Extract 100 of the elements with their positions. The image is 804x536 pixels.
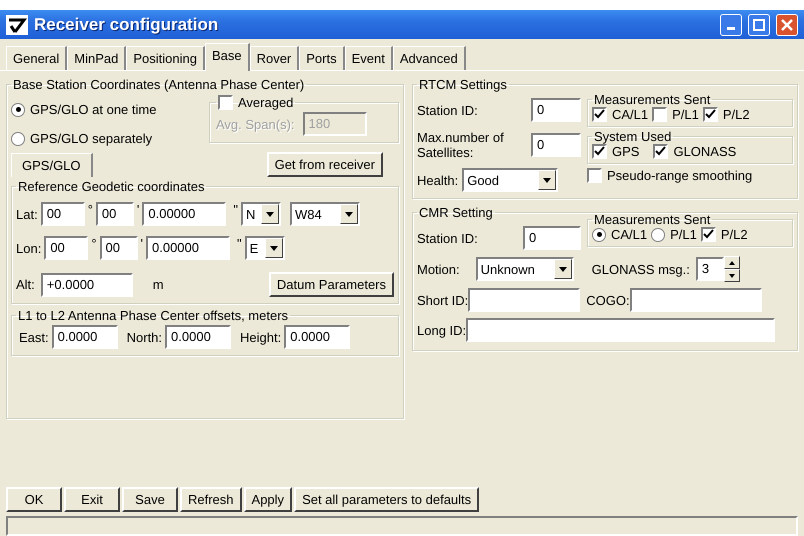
group-title: Reference Geodetic coordinates [18,179,204,194]
minutes-field[interactable]: 00 [100,236,138,260]
group-title: CMR Setting [419,205,493,220]
tab[interactable]: Ports [299,46,345,70]
maximize-icon [753,18,765,31]
close-button[interactable] [776,14,798,36]
group-title: L1 to L2 Antenna Phase Center offsets, meters [18,308,288,324]
radio-button[interactable] [11,132,25,146]
degree-mark: ° [88,202,93,218]
caret-icon [345,212,353,217]
seconds-field[interactable]: 0.00000 [146,236,230,260]
second-mark: " [237,236,242,252]
max-satellites-field[interactable]: 0 [531,133,581,158]
datum-parameters-button[interactable]: Datum Parameters [268,272,394,298]
dialog-button[interactable]: Set all parameters to defaults [294,486,480,512]
field-label: Lon: [16,240,42,256]
app-logo-icon [6,14,28,35]
station-id-field[interactable]: 0 [531,98,581,122]
minute-mark: ' [136,202,140,218]
radio-button[interactable] [592,228,606,242]
checkbox-label: GPS [612,144,640,160]
degrees-field[interactable]: 00 [44,236,88,260]
radio-button[interactable] [11,102,25,117]
field-label: COGO: [586,292,630,308]
station-id-field[interactable]: 0 [523,226,581,250]
checkbox-label: P/L1 [672,107,699,122]
cogo-field[interactable] [630,288,762,312]
group-title: Measurements Sent [594,92,710,108]
checkbox[interactable] [587,168,602,184]
dialog-button[interactable]: OK [6,486,62,512]
tab[interactable]: Advanced [392,46,466,70]
close-icon [781,18,793,31]
checkbox-label: P/L2 [720,227,748,242]
tab[interactable]: Positioning [126,46,205,70]
offset-field[interactable]: 0.0000 [284,325,350,350]
degree-mark: ° [91,236,97,252]
window-title: Receiver configuration [34,14,220,35]
radio-label: CA/L1 [611,227,648,242]
checkbox-label: Pseudo-range smoothing [607,168,752,184]
field-label: Avg. Span(s): [216,116,295,132]
checkbox[interactable] [653,144,668,160]
spin-buttons[interactable] [724,256,740,282]
checkbox-label: GLONASS [673,144,736,160]
caret-icon [266,212,274,217]
group-title: Base Station Coordinates (Antenna Phase Center) [13,77,304,92]
glonass-msg-field[interactable]: 3 [696,257,724,282]
minimize-icon [727,27,735,30]
degrees-field[interactable]: 00 [40,202,85,226]
field-label: North: [126,330,162,345]
dialog-button[interactable]: Apply [244,486,292,512]
tab[interactable]: Event [344,46,393,70]
field-label: Lat: [16,206,38,222]
group-title: System Used [594,129,672,144]
radio-label: GPS/GLO separately [30,131,152,146]
field-label: Max.number of Satellites: [417,130,505,160]
minimize-button[interactable] [720,14,742,36]
caret-icon [558,266,567,272]
long-id-field[interactable] [466,318,776,342]
offset-field[interactable]: 0.0000 [165,325,232,350]
maximize-button[interactable] [748,14,770,36]
field-label: Long ID: [417,322,466,338]
altitude-field[interactable]: +0.0000 [40,272,133,297]
unit-label: m [152,277,164,292]
field-label: Motion: [417,262,460,277]
tab[interactable]: MinPad [67,46,126,70]
group-title: RTCM Settings [419,77,507,92]
hemisphere-dropdown[interactable]: E [244,236,285,260]
checkbox-label: CA/L1 [612,107,648,122]
hemisphere-dropdown[interactable]: N [241,202,281,226]
second-mark: " [233,202,238,218]
tab[interactable]: Rover [250,46,300,70]
checkbox[interactable] [592,144,607,160]
field-label: Alt: [16,277,35,292]
minute-mark: ' [140,236,143,252]
caret-icon [543,178,552,183]
seconds-field[interactable]: 0.00000 [142,202,226,226]
radio-button[interactable] [651,228,666,242]
group-title: Measurements Sent [594,212,710,228]
tab[interactable]: Base [204,43,250,72]
motion-dropdown[interactable]: Unknown [476,257,574,282]
short-id-field[interactable] [468,288,580,312]
minutes-field[interactable]: 00 [96,202,134,226]
dialog-button[interactable]: Save [122,486,178,512]
checkbox-label: Averaged [238,95,294,110]
checkbox[interactable] [652,107,668,122]
datum-dropdown[interactable]: W84 [290,202,360,226]
tab[interactable]: General [6,46,68,70]
checkbox[interactable] [592,107,607,122]
offset-field[interactable]: 0.0000 [52,325,118,350]
health-dropdown[interactable]: Good [462,168,558,192]
dialog-button[interactable]: Exit [64,486,120,512]
get-from-receiver-button[interactable]: Get from receiver [266,152,383,178]
tab[interactable]: GPS/GLO [11,152,93,177]
radio-label: GPS/GLO at one time [30,102,156,118]
checkbox[interactable] [702,107,718,122]
field-label: GLONASS msg.: [592,262,690,277]
dialog-button[interactable]: Refresh [180,486,242,512]
field-label: Height: [240,330,282,345]
field-label: Short ID: [417,292,468,308]
checkbox[interactable] [700,227,716,242]
